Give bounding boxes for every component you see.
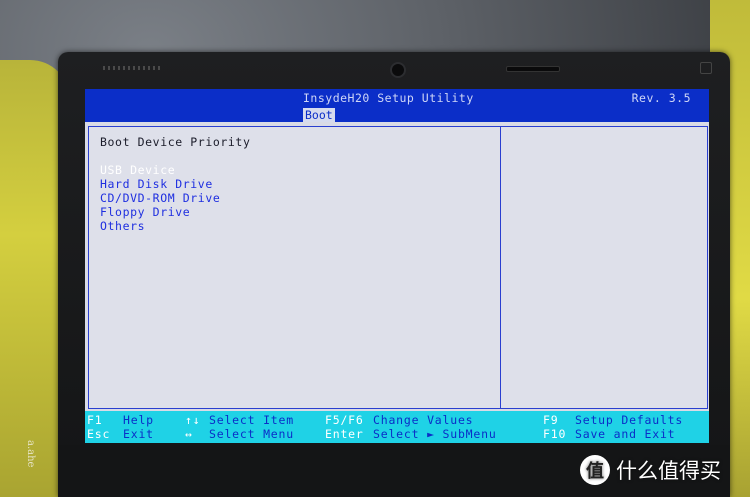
key-updown-icon: ↑↓ — [185, 413, 201, 427]
sensor-slot — [506, 66, 560, 72]
key-f10-desc: Save and Exit — [575, 427, 676, 441]
bios-screen: InsydeH20 Setup Utility Rev. 3.5 Boot Bo… — [85, 89, 709, 443]
key-f10: F10 — [543, 427, 567, 441]
boot-device-hdd[interactable]: Hard Disk Drive — [100, 177, 220, 191]
boot-device-floppy[interactable]: Floppy Drive — [100, 205, 220, 219]
section-heading: Boot Device Priority — [100, 135, 251, 149]
watermark-logo-icon: 值 — [580, 455, 610, 485]
photographer-signature: a.ahe — [25, 440, 36, 468]
boot-device-usb[interactable]: USB Device — [100, 163, 220, 177]
bios-title: InsydeH20 Setup Utility — [303, 91, 474, 105]
key-f5f6-desc: Change Values — [373, 413, 474, 427]
bios-title-bar: InsydeH20 Setup Utility Rev. 3.5 — [85, 89, 709, 108]
bios-menu-bar: Boot — [85, 108, 709, 122]
key-help-bar: F1 Help ↑↓ Select Item F5/F6 Change Valu… — [85, 411, 709, 443]
key-leftright-icon: ↔ — [185, 427, 193, 441]
tab-boot[interactable]: Boot — [303, 108, 335, 122]
watermark-text: 什么值得买 — [616, 459, 721, 483]
key-enter-desc: Select ► SubMenu — [373, 427, 497, 441]
boot-device-cdrom[interactable]: CD/DVD-ROM Drive — [100, 191, 220, 205]
boot-options-panel: Boot Device Priority USB Device Hard Dis… — [89, 127, 501, 408]
key-f9: F9 — [543, 413, 559, 427]
key-f5f6: F5/F6 — [325, 413, 364, 427]
site-watermark: 值 什么值得买 — [580, 450, 740, 490]
key-enter: Enter — [325, 427, 364, 441]
key-esc: Esc — [87, 427, 111, 441]
key-f9-desc: Setup Defaults — [575, 413, 684, 427]
key-updown-desc: Select Item — [209, 413, 294, 427]
bios-revision: Rev. 3.5 — [631, 91, 691, 105]
boot-device-list: USB Device Hard Disk Drive CD/DVD-ROM Dr… — [100, 163, 220, 233]
key-esc-desc: Exit — [123, 427, 154, 441]
boot-device-others[interactable]: Others — [100, 219, 220, 233]
webcam-icon — [390, 62, 406, 78]
latch-icon — [700, 62, 712, 74]
speaker-grille — [103, 66, 161, 70]
bios-main-panel: Boot Device Priority USB Device Hard Dis… — [88, 126, 708, 409]
key-f1: F1 — [87, 413, 103, 427]
key-leftright-desc: Select Menu — [209, 427, 294, 441]
key-f1-desc: Help — [123, 413, 154, 427]
item-help-panel — [501, 127, 707, 408]
